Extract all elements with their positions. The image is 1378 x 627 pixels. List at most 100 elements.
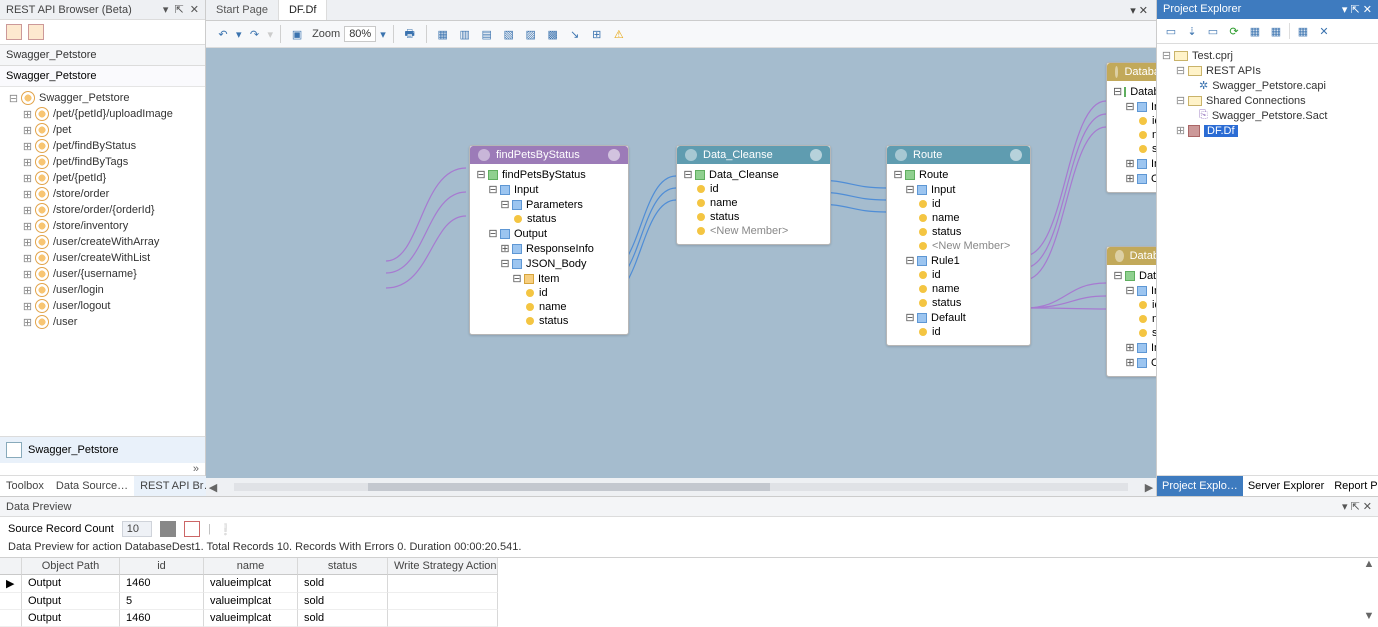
node-data-cleanse[interactable]: Data_Cleanse ⊟Data_Cleanse id name statu…: [676, 145, 831, 245]
scroll-down-icon[interactable]: ▼: [1364, 610, 1375, 622]
tree-endpoint[interactable]: ⊞/pet: [8, 122, 201, 138]
left-tab[interactable]: Data Source…: [50, 476, 134, 496]
close-icon[interactable]: ✕: [190, 4, 199, 16]
grid-header[interactable]: Write Strategy Action: [388, 558, 498, 575]
connector-icon[interactable]: ↘: [566, 25, 584, 43]
right-tab[interactable]: Report Prope…: [1329, 476, 1378, 496]
table-row[interactable]: ▶Output1460valueimplcatsold: [0, 575, 1378, 593]
tool-3-icon[interactable]: ▭: [1205, 23, 1221, 39]
tool-2-icon[interactable]: ⇣: [1184, 23, 1200, 39]
tree-endpoint[interactable]: ⊞/user: [8, 314, 201, 330]
tree-df-item[interactable]: ⊞DF.Df: [1161, 123, 1374, 138]
redo-icon[interactable]: ↷: [246, 25, 264, 43]
tab-dropdown-icon[interactable]: ▾: [1130, 5, 1136, 17]
grid-cell: valueimplcat: [204, 575, 298, 593]
tree-rest-folder[interactable]: ⊟REST APIs: [1161, 63, 1374, 78]
tree-endpoint[interactable]: ⊞/pet/{petId}: [8, 170, 201, 186]
tool-8-icon[interactable]: ✕: [1316, 23, 1332, 39]
table-row[interactable]: Output5valueimplcatsold: [0, 593, 1378, 610]
scroll-left-icon[interactable]: ◀: [206, 481, 220, 494]
tool-1-icon[interactable]: ▭: [1163, 23, 1179, 39]
refresh-icon[interactable]: ⟳: [1226, 23, 1242, 39]
layout-1-icon[interactable]: ▦: [434, 25, 452, 43]
gear-icon: [6, 442, 22, 458]
grid-icon[interactable]: ⊞: [588, 25, 606, 43]
grid-cell: [388, 610, 498, 627]
tree-endpoint[interactable]: ⊞/user/logout: [8, 298, 201, 314]
close-icon[interactable]: ✕: [1363, 4, 1372, 16]
tree-rest-item[interactable]: ✲Swagger_Petstore.capi: [1161, 78, 1374, 93]
pin-icon[interactable]: ⇱: [175, 4, 184, 16]
close-icon[interactable]: ✕: [1363, 501, 1372, 513]
overflow-icon[interactable]: »: [0, 463, 205, 475]
node-findpetsbystatus[interactable]: findPetsByStatus ⊟findPetsByStatus ⊟Inpu…: [469, 145, 629, 335]
chevron-up-icon[interactable]: [810, 149, 822, 161]
layout-6-icon[interactable]: ▩: [544, 25, 562, 43]
undo-icon[interactable]: ↶: [214, 25, 232, 43]
canvas-h-scrollbar[interactable]: ◀ ▶: [206, 478, 1156, 496]
zoom-value[interactable]: 80%: [344, 26, 376, 42]
scroll-right-icon[interactable]: ▶: [1142, 481, 1156, 494]
chevron-up-icon[interactable]: [608, 149, 620, 161]
pin-icon[interactable]: ⇱: [1351, 4, 1360, 16]
breadcrumb-1[interactable]: Swagger_Petstore: [0, 45, 205, 66]
grid-header[interactable]: status: [298, 558, 388, 575]
tree-project-root[interactable]: ⊟Test.cprj: [1161, 48, 1374, 63]
right-tab[interactable]: Project Explo…: [1157, 476, 1243, 496]
scroll-up-icon[interactable]: ▲: [1364, 558, 1375, 570]
node-db-available[interactable]: DatabaseDest_Avai… ⊟DatabaseDest_Availab…: [1106, 62, 1156, 193]
node-db-sold[interactable]: DatabaseDest_Sold ⊟DatabaseDest_Sold ⊟In…: [1106, 246, 1156, 377]
layout-5-icon[interactable]: ▨: [522, 25, 540, 43]
dropdown-icon[interactable]: ▾: [1342, 501, 1348, 513]
table-row[interactable]: Output1460valueimplcatsold▼: [0, 610, 1378, 627]
tree-endpoint[interactable]: ⊞/user/login: [8, 282, 201, 298]
breadcrumb-2[interactable]: Swagger_Petstore: [0, 66, 205, 87]
layout-2-icon[interactable]: ▥: [456, 25, 474, 43]
tool-5-icon[interactable]: ▦: [1247, 23, 1263, 39]
tab-close-icon[interactable]: ✕: [1139, 5, 1148, 17]
tool-6-icon[interactable]: ▦: [1268, 23, 1284, 39]
left-tab[interactable]: Toolbox: [0, 476, 50, 496]
dropdown-icon[interactable]: ▾: [163, 4, 169, 16]
chevron-up-icon[interactable]: [1010, 149, 1022, 161]
tree-endpoint[interactable]: ⊞/user/createWithArray: [8, 234, 201, 250]
dataflow-canvas[interactable]: findPetsByStatus ⊟findPetsByStatus ⊟Inpu…: [206, 48, 1156, 478]
pin-icon[interactable]: ⇱: [1351, 501, 1360, 513]
tree-endpoint[interactable]: ⊞/store/order/{orderId}: [8, 202, 201, 218]
tree-conn-item[interactable]: ⎘Swagger_Petstore.Sact: [1161, 108, 1374, 123]
tree-root[interactable]: ⊟Swagger_Petstore: [8, 90, 201, 106]
grid-header[interactable]: id: [120, 558, 204, 575]
tree-endpoint[interactable]: ⊞/user/createWithList: [8, 250, 201, 266]
fit-icon[interactable]: ▣: [288, 25, 306, 43]
remove-api-icon[interactable]: [28, 24, 44, 40]
tree-endpoint[interactable]: ⊞/pet/findByStatus: [8, 138, 201, 154]
right-tab[interactable]: Server Explorer: [1243, 476, 1329, 496]
source-record-count-value[interactable]: 10: [122, 521, 152, 537]
grid-header[interactable]: Object Path: [22, 558, 120, 575]
tree-endpoint[interactable]: ⊞/pet/{petId}/uploadImage: [8, 106, 201, 122]
selected-api-row[interactable]: Swagger_Petstore: [0, 436, 205, 463]
grid-cell: ▶: [0, 575, 22, 593]
grid-header[interactable]: [0, 558, 22, 575]
warning-icon[interactable]: ⚠: [610, 25, 628, 43]
tree-endpoint[interactable]: ⊞/store/order: [8, 186, 201, 202]
editor-tab[interactable]: DF.Df: [279, 0, 328, 20]
info-icon[interactable]: ❕: [219, 523, 233, 536]
database-icon: [1115, 250, 1124, 262]
stop-icon[interactable]: [160, 521, 176, 537]
preview-message: Data Preview for action DatabaseDest1. T…: [0, 541, 1378, 557]
dropdown-icon[interactable]: ▾: [1342, 4, 1348, 16]
grid-header[interactable]: name: [204, 558, 298, 575]
layout-4-icon[interactable]: ▧: [500, 25, 518, 43]
print-icon[interactable]: 🖶: [401, 25, 419, 43]
tree-endpoint[interactable]: ⊞/store/inventory: [8, 218, 201, 234]
tool-7-icon[interactable]: ▦: [1295, 23, 1311, 39]
add-api-icon[interactable]: [6, 24, 22, 40]
editor-tab[interactable]: Start Page: [206, 0, 279, 20]
tree-endpoint[interactable]: ⊞/pet/findByTags: [8, 154, 201, 170]
node-route[interactable]: Route ⊟Route ⊟Input id name status <New …: [886, 145, 1031, 346]
export-icon[interactable]: [184, 521, 200, 537]
layout-3-icon[interactable]: ▤: [478, 25, 496, 43]
tree-conn-folder[interactable]: ⊟Shared Connections: [1161, 93, 1374, 108]
tree-endpoint[interactable]: ⊞/user/{username}: [8, 266, 201, 282]
